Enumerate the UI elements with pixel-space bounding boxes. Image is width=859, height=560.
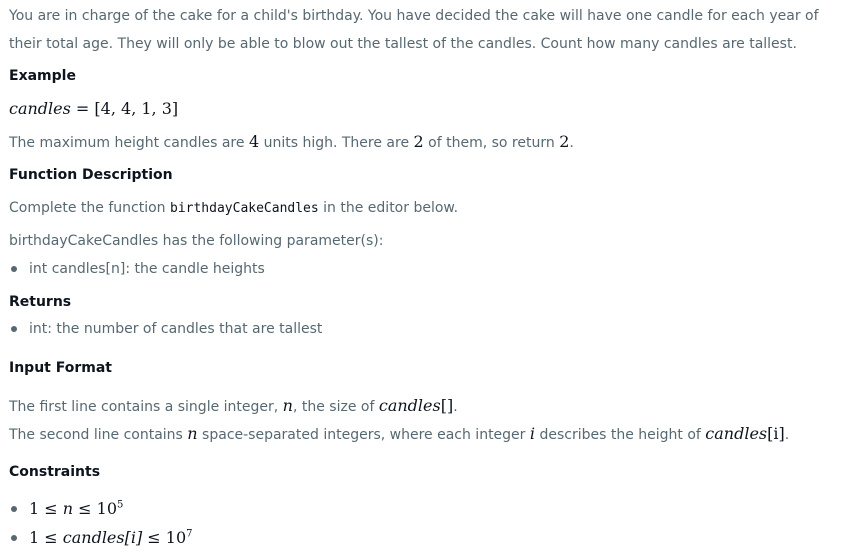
constraints-list: 1 ≤ n ≤ 105 1 ≤ candles[i] ≤ 107 bbox=[9, 495, 839, 553]
list-item: int: the number of candles that are tall… bbox=[9, 315, 839, 343]
example-num-1: 4 bbox=[248, 132, 260, 151]
example-text-3: of them, so return bbox=[423, 135, 560, 151]
bullet-icon bbox=[11, 506, 17, 512]
example-explanation: The maximum height candles are 4 units h… bbox=[9, 128, 574, 157]
bullet-icon bbox=[11, 326, 17, 332]
input-var-candles: candles bbox=[378, 396, 441, 415]
example-equation: candles = [4, 4, 1, 3] bbox=[9, 95, 178, 124]
returns-heading: Returns bbox=[9, 294, 72, 310]
example-num-3: 2 bbox=[559, 132, 570, 151]
params-intro: birthdayCakeCandles has the following pa… bbox=[9, 233, 384, 249]
example-text-4: . bbox=[569, 135, 574, 151]
function-heading: Function Description bbox=[9, 167, 173, 183]
input-format-heading: Input Format bbox=[9, 360, 112, 376]
example-eq: = bbox=[70, 99, 95, 118]
function-text-2: in the editor below. bbox=[318, 200, 459, 216]
input-line-2: The second line contains n space-separat… bbox=[9, 424, 790, 443]
params-list: int candles[n]: the candle heights bbox=[9, 255, 839, 283]
example-text-2: units high. There are bbox=[259, 135, 414, 151]
function-name: birthdayCakeCandles bbox=[170, 201, 319, 216]
list-item: int candles[n]: the candle heights bbox=[9, 255, 839, 283]
returns-list: int: the number of candles that are tall… bbox=[9, 315, 839, 343]
bullet-icon bbox=[11, 535, 17, 541]
function-description: Complete the function birthdayCakeCandle… bbox=[9, 194, 458, 223]
example-heading: Example bbox=[9, 68, 76, 84]
input-line-1: The first line contains a single integer… bbox=[9, 396, 458, 415]
list-item: 1 ≤ n ≤ 105 bbox=[9, 495, 839, 524]
input-var-candles: candles bbox=[705, 424, 768, 443]
example-value: [4, 4, 1, 3] bbox=[94, 99, 179, 118]
example-text-1: The maximum height candles are bbox=[9, 135, 249, 151]
list-item: 1 ≤ candles[i] ≤ 107 bbox=[9, 524, 839, 553]
input-var-n: n bbox=[187, 424, 198, 443]
example-var: candles bbox=[9, 99, 71, 118]
problem-intro: You are in charge of the cake for a chil… bbox=[9, 8, 819, 52]
input-var-n: n bbox=[282, 396, 293, 415]
function-text-1: Complete the function bbox=[9, 200, 170, 216]
constraints-heading: Constraints bbox=[9, 464, 101, 480]
example-num-2: 2 bbox=[413, 132, 424, 151]
bullet-icon bbox=[11, 266, 17, 272]
